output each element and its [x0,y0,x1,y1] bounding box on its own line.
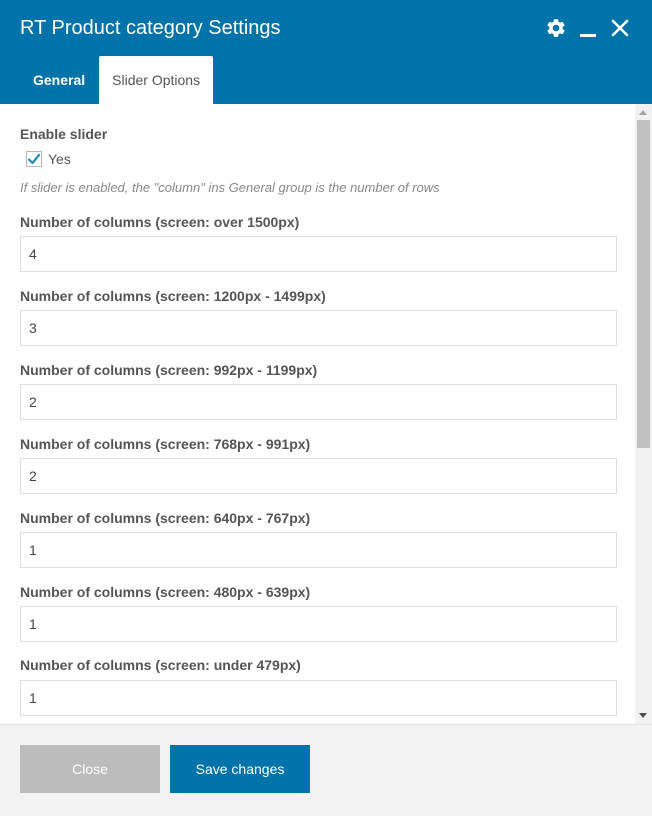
columns-992-1199-label: Number of columns (screen: 992px - 1199p… [20,362,318,378]
columns-under-479-label: Number of columns (screen: under 479px) [20,657,301,673]
tab-slider-options[interactable]: Slider Options [99,56,214,104]
minimize-icon[interactable] [576,16,600,40]
tab-bar: General Slider Options [20,56,214,104]
enable-slider-checkbox-label: Yes [48,151,71,167]
modal-footer: Close Save changes [0,724,652,816]
header-controls [544,16,632,40]
tab-general[interactable]: General [20,56,91,104]
enable-slider-option[interactable]: Yes [26,151,71,167]
content-scrollbar[interactable] [635,104,652,724]
columns-over-1500-label: Number of columns (screen: over 1500px) [20,214,300,230]
gear-icon[interactable] [544,16,568,40]
columns-1200-1499-label: Number of columns (screen: 1200px - 1499… [20,288,326,304]
columns-640-767-label: Number of columns (screen: 640px - 767px… [20,510,311,526]
columns-480-639-input[interactable] [20,606,617,642]
modal-title: RT Product category Settings [20,17,281,39]
close-icon[interactable] [608,16,632,40]
columns-992-1199-input[interactable] [20,384,617,420]
scroll-up-icon[interactable] [639,110,647,115]
enable-slider-label: Enable slider [20,126,108,142]
scroll-down-icon[interactable] [639,713,647,718]
columns-under-479-input[interactable] [20,680,617,716]
columns-640-767-input[interactable] [20,532,617,568]
columns-768-991-input[interactable] [20,458,617,494]
settings-panel: Enable slider Yes If slider is enabled, … [0,104,652,724]
enable-slider-checkbox[interactable] [26,151,42,167]
close-button[interactable]: Close [20,745,160,793]
checkmark-icon [27,153,41,165]
columns-480-639-label: Number of columns (screen: 480px - 639px… [20,584,311,600]
columns-over-1500-input[interactable] [20,236,617,272]
save-changes-button[interactable]: Save changes [170,745,310,793]
modal-header: RT Product category Settings General Sli… [0,0,652,104]
columns-768-991-label: Number of columns (screen: 768px - 991px… [20,436,311,452]
enable-slider-help: If slider is enabled, the "column" ins G… [20,180,440,195]
scroll-thumb[interactable] [637,120,650,448]
columns-1200-1499-input[interactable] [20,310,617,346]
